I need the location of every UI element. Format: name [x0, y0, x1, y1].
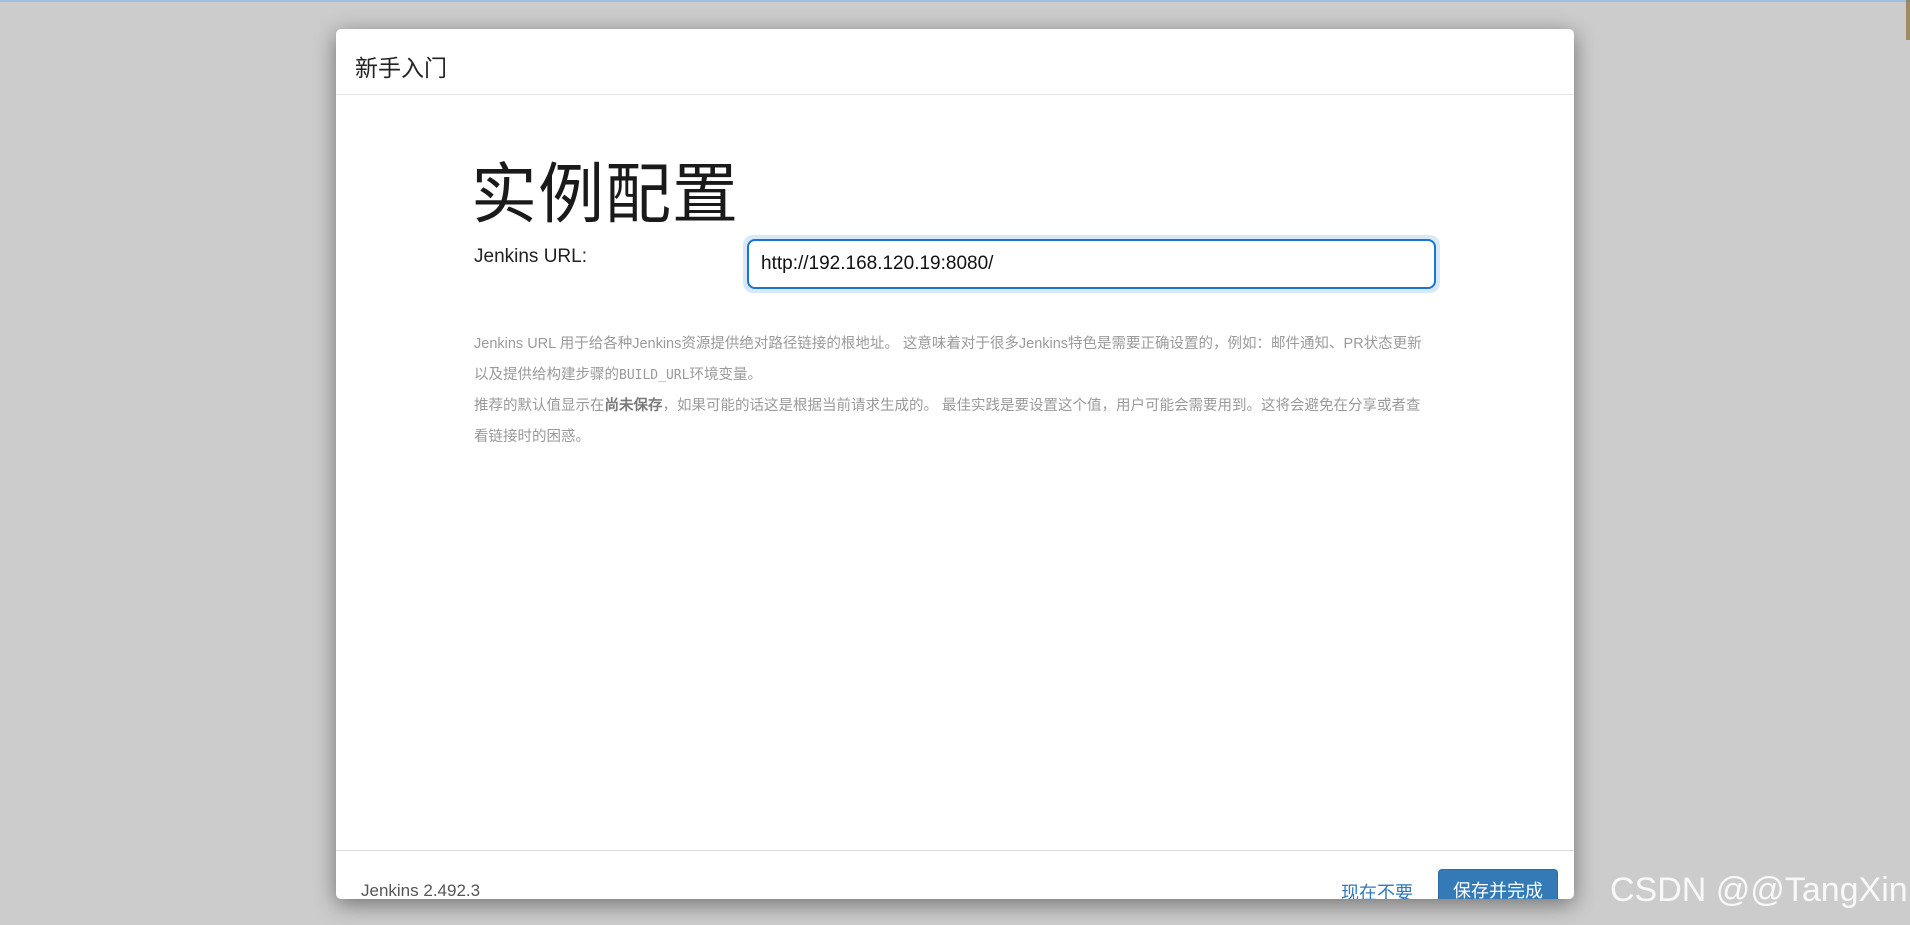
- window-top-edge: [0, 0, 1910, 2]
- jenkins-url-focus-ring: [743, 235, 1440, 293]
- setup-wizard-dialog: 新手入门 实例配置 Jenkins URL: Jenkins URL 用于给各种…: [336, 29, 1574, 899]
- help-p1-text-a: Jenkins URL 用于给各种Jenkins资源提供绝对路径链接的根地址。 …: [474, 336, 1422, 383]
- jenkins-url-help-text: Jenkins URL 用于给各种Jenkins资源提供绝对路径链接的根地址。 …: [474, 329, 1434, 453]
- dialog-body: 实例配置 Jenkins URL: Jenkins URL 用于给各种Jenki…: [336, 96, 1574, 850]
- dialog-header: 新手入门: [336, 29, 1574, 95]
- help-p2-bold: 尚未保存: [604, 398, 663, 414]
- page-heading: 实例配置: [471, 157, 739, 231]
- jenkins-version: Jenkins 2.492.3: [361, 881, 481, 899]
- jenkins-url-label: Jenkins URL:: [474, 246, 587, 267]
- help-p2-text-a: 推荐的默认值显示在: [474, 398, 605, 414]
- skip-button[interactable]: 现在不要: [1341, 879, 1413, 899]
- help-p1-text-b: 环境变量。: [689, 367, 762, 383]
- build-url-code: BUILD_URL: [619, 368, 690, 383]
- watermark: CSDN @@TangXin: [1610, 871, 1908, 909]
- help-paragraph-2: 推荐的默认值显示在尚未保存，如果可能的话这是根据当前请求生成的。 最佳实践是要设…: [474, 391, 1434, 453]
- dialog-title: 新手入门: [355, 55, 447, 81]
- dialog-footer: Jenkins 2.492.3 现在不要 保存并完成: [336, 850, 1574, 899]
- jenkins-url-input[interactable]: [747, 239, 1436, 289]
- window-right-edge-mark: [1906, 0, 1910, 40]
- help-paragraph-1: Jenkins URL 用于给各种Jenkins资源提供绝对路径链接的根地址。 …: [474, 329, 1434, 391]
- save-and-finish-button[interactable]: 保存并完成: [1438, 869, 1558, 899]
